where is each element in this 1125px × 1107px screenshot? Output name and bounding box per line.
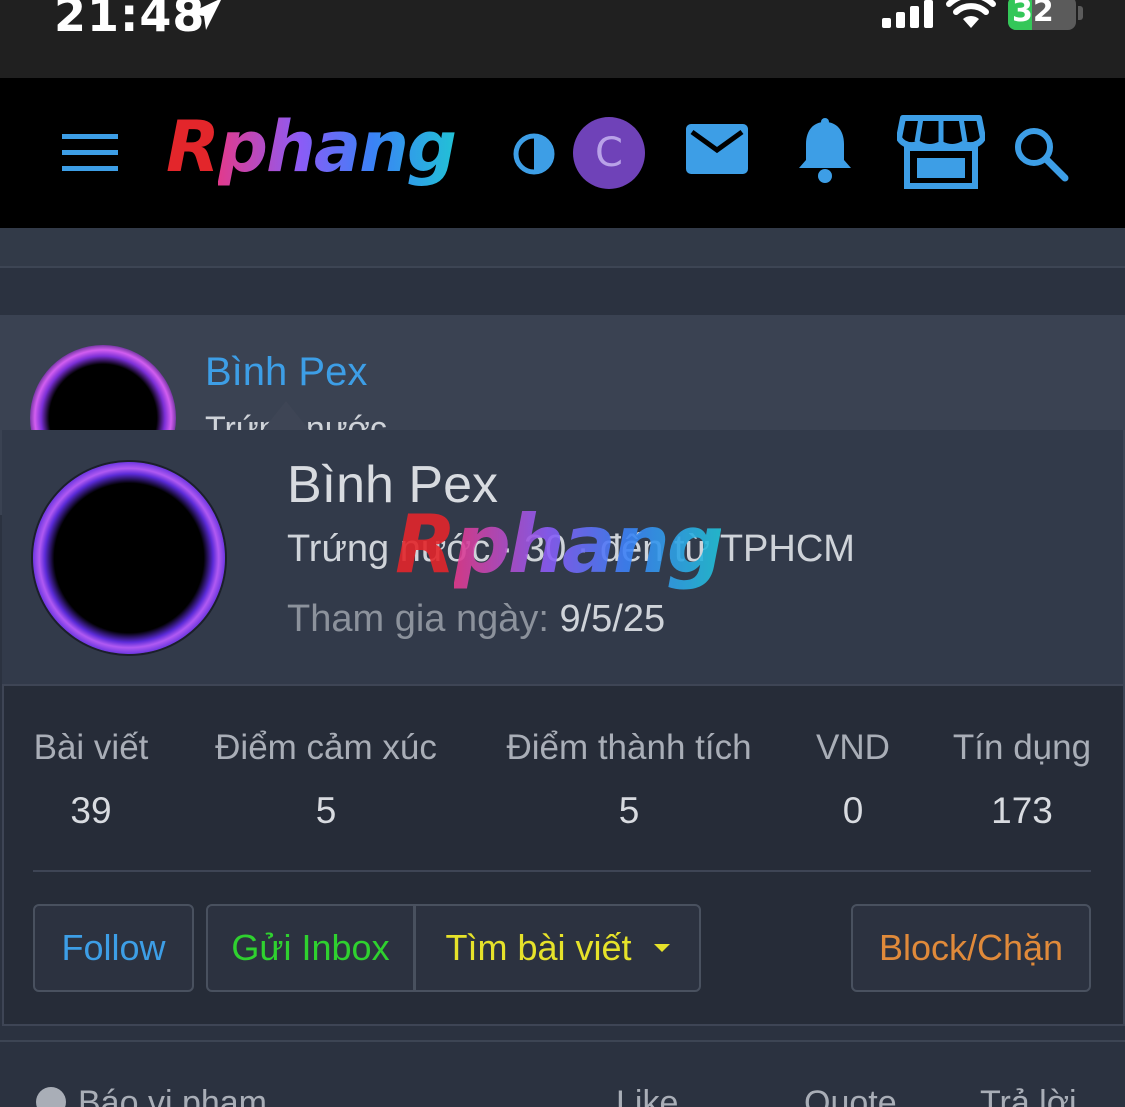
like-link[interactable]: Like xyxy=(616,1084,678,1107)
search-icon[interactable] xyxy=(1013,126,1069,182)
menu-icon[interactable] xyxy=(62,134,118,172)
quote-link[interactable]: Quote xyxy=(804,1084,897,1107)
member-avatar[interactable] xyxy=(33,462,225,654)
cellular-signal-icon xyxy=(882,0,933,28)
member-joined: Tham gia ngày: 9/5/25 xyxy=(287,598,665,641)
battery-percent: 32 xyxy=(1012,0,1054,29)
report-label: Báo vi phạm xyxy=(78,1084,267,1107)
logo-text: phang xyxy=(217,106,457,188)
theme-toggle-icon[interactable] xyxy=(512,132,556,176)
watermark-logo: Rphang xyxy=(395,505,724,585)
stat-value: 0 xyxy=(842,790,864,831)
joined-label: Tham gia ngày: xyxy=(287,598,549,640)
location-arrow-icon xyxy=(188,0,221,30)
stat-posts[interactable]: Bài viết 39 xyxy=(33,728,149,832)
store-icon[interactable] xyxy=(897,114,985,190)
stat-value: 5 xyxy=(618,790,640,831)
caret-down-icon xyxy=(653,944,670,952)
status-bar: 21:48 32 xyxy=(0,0,1125,78)
stat-value: 39 xyxy=(70,790,112,831)
battery-icon: 32 xyxy=(1008,0,1076,30)
logo-letter-r: R xyxy=(166,106,220,188)
stat-value: 173 xyxy=(991,790,1053,831)
tooltip-arrow xyxy=(262,401,310,431)
status-time: 21:48 xyxy=(54,0,206,42)
report-link[interactable]: Báo vi phạm xyxy=(36,1084,267,1107)
send-inbox-button[interactable]: Gửi Inbox xyxy=(206,904,415,992)
stat-label: Điểm cảm xúc xyxy=(215,728,437,767)
stat-value: 5 xyxy=(315,790,337,831)
find-posts-button[interactable]: Tìm bài viết xyxy=(414,904,701,992)
mail-icon[interactable] xyxy=(686,124,748,174)
user-avatar[interactable]: C xyxy=(573,117,645,189)
stat-credit: Tín dụng 173 xyxy=(950,728,1094,832)
follow-button[interactable]: Follow xyxy=(33,904,194,992)
notification-bell-icon[interactable] xyxy=(796,118,854,184)
joined-date: 9/5/25 xyxy=(559,598,666,640)
stat-label: Điểm thành tích xyxy=(506,728,752,767)
site-logo[interactable]: Rphang xyxy=(166,112,457,182)
stat-trophy-points[interactable]: Điểm thành tích 5 xyxy=(502,728,756,832)
stat-label: VND xyxy=(816,728,890,767)
find-posts-label: Tìm bài viết xyxy=(445,927,632,968)
profile-name-link[interactable]: Bình Pex xyxy=(205,350,367,395)
battery-tip xyxy=(1078,6,1083,20)
reply-link[interactable]: Trả lời xyxy=(980,1084,1077,1107)
stats-divider xyxy=(33,870,1091,872)
stat-label: Bài viết xyxy=(33,728,149,767)
alert-icon xyxy=(36,1087,66,1107)
wifi-icon xyxy=(946,0,996,28)
breadcrumb-bar xyxy=(0,228,1125,268)
stat-reactions: Điểm cảm xúc 5 xyxy=(211,728,441,832)
watermark-letter-r: R xyxy=(395,498,457,591)
watermark-text: phang xyxy=(453,498,724,591)
block-button[interactable]: Block/Chặn xyxy=(851,904,1091,992)
stat-vnd: VND 0 xyxy=(814,728,892,832)
stat-label: Tín dụng xyxy=(952,728,1092,767)
